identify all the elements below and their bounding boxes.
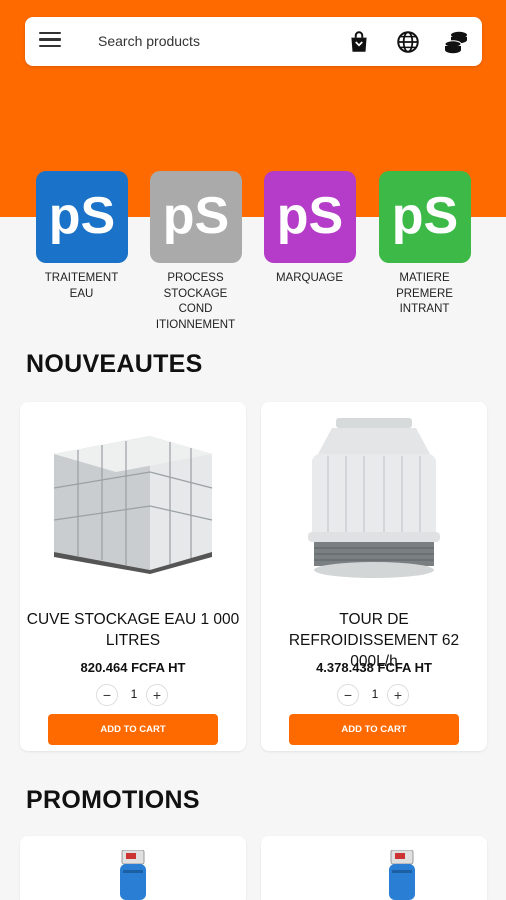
product-price: 4.378.438 FCFA HT: [316, 660, 432, 675]
decrease-qty-button[interactable]: −: [337, 684, 359, 706]
section-title-nouveautes: NOUVEAUTES: [26, 350, 203, 378]
globe-icon[interactable]: [395, 29, 421, 55]
category-label: MARQUAGE: [275, 272, 344, 284]
category-logo: pS: [263, 171, 356, 263]
coins-icon[interactable]: [443, 29, 469, 55]
product-image-cooling-tower: [308, 418, 440, 578]
menu-icon[interactable]: [39, 32, 61, 52]
ps-logo-icon: pS: [48, 189, 114, 245]
increase-qty-button[interactable]: +: [387, 684, 409, 706]
category-label: PROCESS STOCKAGE COND ITIONNEMENT: [155, 272, 236, 331]
product-image-filter: [389, 850, 415, 900]
ps-logo-icon: pS: [162, 189, 228, 245]
section-title-promotions: PROMOTIONS: [26, 786, 200, 814]
search-input[interactable]: Search products: [98, 33, 200, 49]
category-traitement-eau[interactable]: pS TRAITEMENT EAU: [24, 171, 139, 302]
svg-text:pS: pS: [391, 189, 457, 245]
product-card[interactable]: TOUR DE REFROIDISSEMENT 62 000L/h 4.378.…: [261, 402, 487, 751]
product-image-filter: [120, 850, 146, 900]
add-to-cart-button[interactable]: ADD TO CART: [289, 714, 459, 745]
product-name[interactable]: CUVE STOCKAGE EAU 1 000 LITRES: [24, 609, 242, 651]
search-bar[interactable]: Search products: [25, 17, 482, 66]
shopping-bag-icon[interactable]: [346, 29, 372, 55]
promo-card[interactable]: [20, 836, 246, 900]
promo-card[interactable]: [261, 836, 487, 900]
category-logo: pS: [149, 171, 242, 263]
category-process-stockage[interactable]: pS PROCESS STOCKAGE COND ITIONNEMENT: [138, 171, 253, 333]
decrease-qty-button[interactable]: −: [96, 684, 118, 706]
product-image-tank: [53, 436, 213, 574]
quantity-value: 1: [371, 687, 379, 701]
category-label: TRAITEMENT EAU: [44, 272, 119, 300]
add-to-cart-button[interactable]: ADD TO CART: [48, 714, 218, 745]
product-card[interactable]: CUVE STOCKAGE EAU 1 000 LITRES 820.464 F…: [20, 402, 246, 751]
category-label: MATIERE PREMERE INTRANT: [396, 272, 453, 315]
quantity-stepper: − 1 +: [337, 684, 413, 706]
ps-logo-icon: pS: [276, 189, 342, 245]
category-matiere-premiere[interactable]: pS MATIERE PREMERE INTRANT: [367, 171, 482, 318]
quantity-value: 1: [130, 687, 138, 701]
quantity-stepper: − 1 +: [96, 684, 172, 706]
category-logo: pS: [35, 171, 128, 263]
category-logo: pS: [378, 171, 471, 263]
svg-text:pS: pS: [276, 189, 342, 245]
svg-text:pS: pS: [162, 189, 228, 245]
product-price: 820.464 FCFA HT: [80, 660, 186, 675]
increase-qty-button[interactable]: +: [146, 684, 168, 706]
ps-logo-icon: pS: [391, 189, 457, 245]
category-marquage[interactable]: pS MARQUAGE: [252, 171, 367, 287]
svg-text:pS: pS: [48, 189, 114, 245]
